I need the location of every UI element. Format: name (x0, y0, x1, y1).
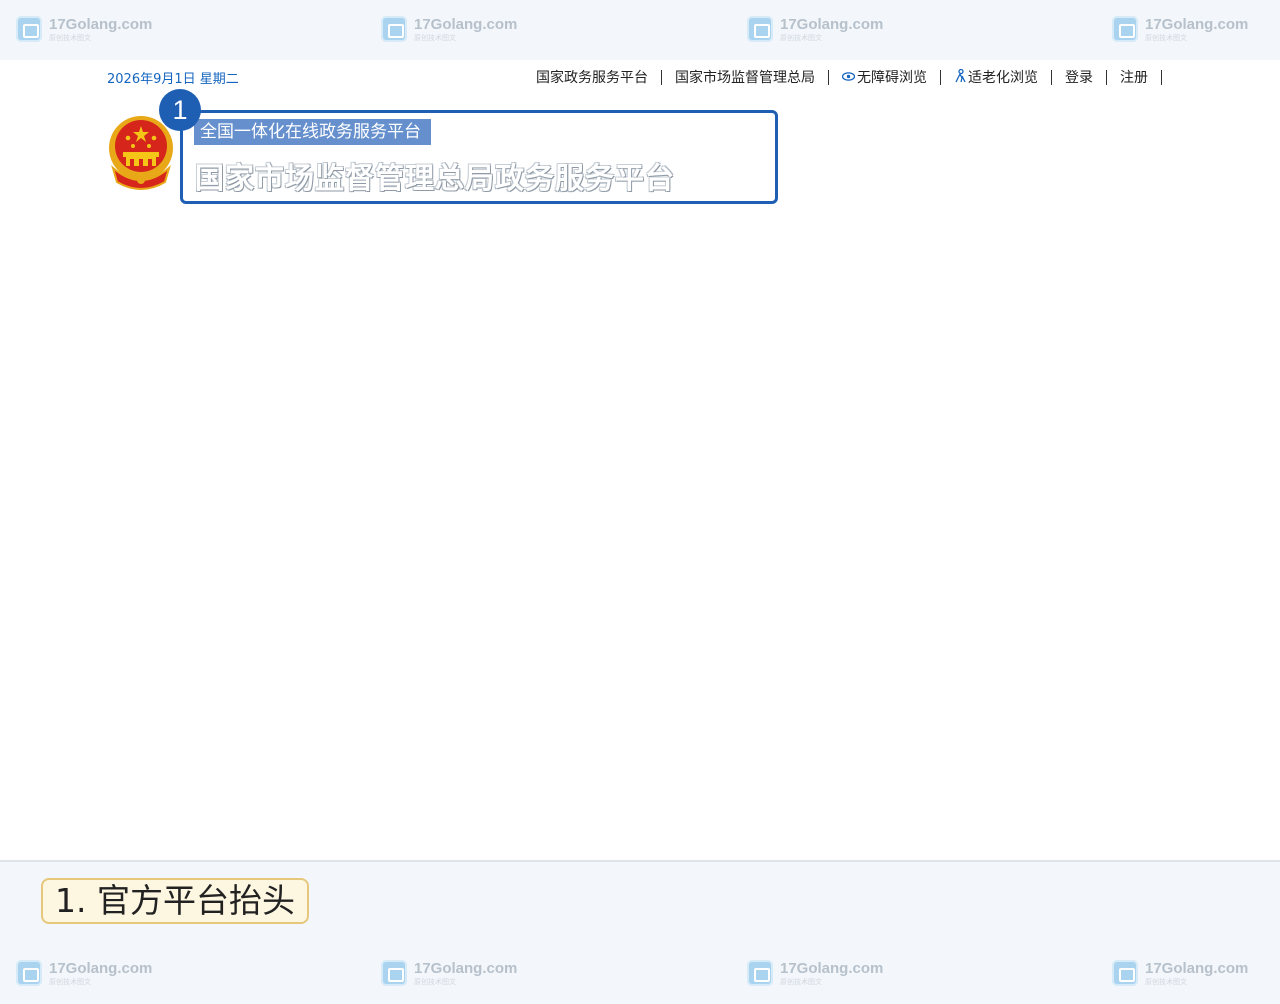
platform-subtitle: 全国一体化在线政务服务平台 (194, 119, 431, 145)
login-link[interactable]: 登录 (1052, 67, 1106, 87)
top-nav: 国家政务服务平台 国家市场监督管理总局 无障碍浏览 适老化浏览 登录 注册 (523, 67, 1162, 87)
watermark: 17Golang.com 原创技术图文 (381, 16, 517, 46)
watermark-logo-icon (1112, 960, 1138, 986)
watermark-name: 17Golang.com (414, 960, 518, 977)
nav-link-label: 登录 (1065, 70, 1093, 86)
watermark-name: 17Golang.com (49, 16, 153, 33)
watermark: 17Golang.com 原创技术图文 (381, 960, 517, 990)
watermark-name: 17Golang.com (780, 16, 884, 33)
watermark-tagline: 原创技术图文 (414, 978, 456, 986)
watermark-tagline: 原创技术图文 (414, 34, 456, 42)
watermark-logo-icon (381, 16, 407, 42)
nav-link-label: 适老化浏览 (968, 70, 1038, 86)
watermark: 17Golang.com 原创技术图文 (747, 960, 883, 990)
watermark-logo-icon (16, 960, 42, 986)
platform-title: 国家市场监督管理总局政务服务平台 (195, 161, 676, 195)
watermark-name: 17Golang.com (780, 960, 884, 977)
watermark-logo-icon (381, 960, 407, 986)
nav-link-label: 注册 (1120, 70, 1148, 86)
watermark-logo-icon (16, 16, 42, 42)
watermark: 17Golang.com 原创技术图文 (1112, 960, 1248, 990)
watermark-logo-icon (1112, 16, 1138, 42)
watermark-name: 17Golang.com (1145, 960, 1249, 977)
watermark: 17Golang.com 原创技术图文 (1112, 16, 1248, 46)
watermark-tagline: 原创技术图文 (780, 34, 822, 42)
watermark-name: 17Golang.com (49, 960, 153, 977)
register-link[interactable]: 注册 (1107, 67, 1161, 87)
watermark-bar-top: 17Golang.com 原创技术图文 17Golang.com 原创技术图文 17… (0, 0, 1280, 60)
caption-panel: 1. 官方平台抬头 (0, 860, 1280, 946)
watermark-logo-icon (747, 16, 773, 42)
elder-icon (954, 68, 966, 86)
watermark-logo-icon (747, 960, 773, 986)
nav-link-accessibility[interactable]: 无障碍浏览 (829, 67, 940, 87)
nav-link-label: 国家政务服务平台 (536, 70, 648, 86)
current-date: 2026年9月1日 星期二 (107, 72, 239, 87)
nav-link-label: 无障碍浏览 (857, 70, 927, 86)
watermark-tagline: 原创技术图文 (1145, 34, 1187, 42)
nav-link-label: 国家市场监督管理总局 (675, 70, 815, 86)
nav-link-samr[interactable]: 国家市场监督管理总局 (662, 67, 828, 87)
watermark: 17Golang.com 原创技术图文 (747, 16, 883, 46)
site-top-bar: 2026年9月1日 星期二 国家政务服务平台 国家市场监督管理总局 无障碍浏览 … (0, 60, 1280, 94)
nav-link-elder-mode[interactable]: 适老化浏览 (941, 67, 1051, 87)
step-number-badge: 1 (159, 89, 201, 131)
watermark: 17Golang.com 原创技术图文 (16, 16, 152, 46)
section-caption: 1. 官方平台抬头 (41, 878, 309, 924)
watermark-tagline: 原创技术图文 (780, 978, 822, 986)
watermark-tagline: 原创技术图文 (49, 34, 91, 42)
watermark-tagline: 原创技术图文 (49, 978, 91, 986)
national-emblem-icon[interactable] (107, 116, 175, 190)
watermark: 17Golang.com 原创技术图文 (16, 960, 152, 990)
watermark-name: 17Golang.com (414, 16, 518, 33)
watermark-tagline: 原创技术图文 (1145, 978, 1187, 986)
nav-divider (1161, 69, 1162, 85)
eye-icon (841, 70, 856, 84)
watermark-bar-bottom: 17Golang.com 原创技术图文 17Golang.com 原创技术图文 17… (0, 944, 1280, 1004)
nav-link-gov-service-platform[interactable]: 国家政务服务平台 (523, 67, 661, 87)
watermark-name: 17Golang.com (1145, 16, 1249, 33)
